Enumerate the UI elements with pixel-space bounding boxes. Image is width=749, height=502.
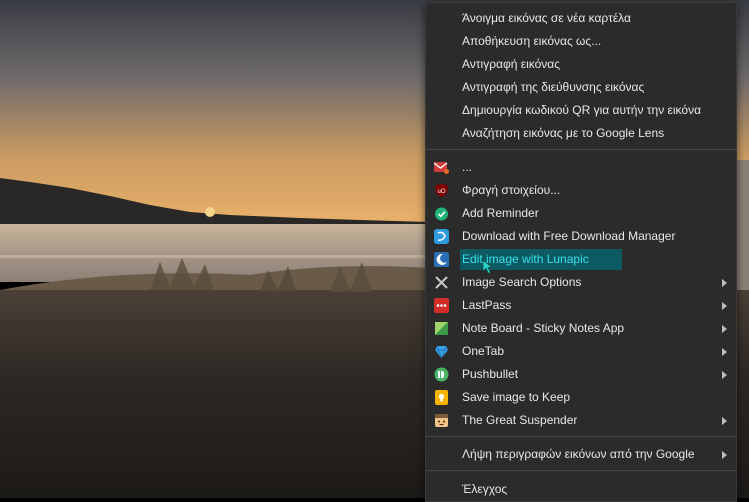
menu-item-save-image-keep[interactable]: Save image to Keep (426, 386, 736, 409)
menu-separator (426, 470, 736, 471)
submenu-arrow-icon (722, 325, 727, 333)
ublock-origin-icon: uO (435, 183, 448, 198)
menu-item-label: Pushbullet (462, 367, 519, 381)
menu-item-onetab[interactable]: OneTab (426, 340, 736, 363)
menu-item-label: Αναζήτηση εικόνας με το Google Lens (462, 126, 665, 140)
submenu-arrow-icon (722, 451, 727, 459)
menu-item-download-fdm[interactable]: Download with Free Download Manager (426, 225, 736, 248)
menu-item-label: Image Search Options (462, 275, 582, 289)
lunapic-icon (434, 252, 449, 267)
menu-item-label: The Great Suspender (462, 413, 578, 427)
menu-item-label: Αντιγραφή της διεύθυνσης εικόνας (462, 80, 645, 94)
menu-item-get-image-descriptions[interactable]: Λήψη περιγραφών εικόνων από την Google (426, 443, 736, 466)
submenu-arrow-icon (722, 279, 727, 287)
red-mail-icon (434, 162, 449, 174)
menu-item-block-element[interactable]: uO Φραγή στοιχείου... (426, 179, 736, 202)
add-reminder-icon (435, 207, 448, 221)
submenu-arrow-icon (722, 371, 727, 379)
menu-item-pushbullet[interactable]: Pushbullet (426, 363, 736, 386)
menu-item-label: Αποθήκευση εικόνας ως... (462, 34, 602, 48)
menu-item-edit-image-lunapic[interactable]: Edit image with Lunapic (426, 248, 736, 275)
lastpass-icon (434, 298, 449, 313)
context-menu: Άνοιγμα εικόνας σε νέα καρτέλα Αποθήκευσ… (425, 2, 737, 502)
menu-item-label: Download with Free Download Manager (462, 229, 676, 243)
menu-item-mail-ellipsis[interactable]: ... (426, 156, 736, 179)
menu-item-label: Save image to Keep (462, 390, 571, 404)
menu-item-label: LastPass (462, 298, 512, 312)
menu-item-search-google-lens[interactable]: Αναζήτηση εικόνας με το Google Lens (426, 122, 736, 145)
google-keep-icon (435, 390, 448, 405)
menu-item-create-qr-code[interactable]: Δημιουργία κωδικού QR για αυτήν την εικό… (426, 99, 736, 122)
menu-item-label: Λήψη περιγραφών εικόνων από την Google (462, 447, 695, 461)
pushbullet-icon (434, 367, 449, 382)
menu-item-label: Δημιουργία κωδικού QR για αυτήν την εικό… (462, 103, 702, 117)
menu-item-label: Edit image with Lunapic (462, 252, 589, 266)
submenu-arrow-icon (722, 302, 727, 310)
submenu-arrow-icon (722, 348, 727, 356)
menu-item-label: Add Reminder (462, 206, 539, 220)
menu-item-label: ... (462, 160, 473, 174)
menu-item-lastpass[interactable]: LastPass (426, 294, 736, 317)
menu-item-save-image-as[interactable]: Αποθήκευση εικόνας ως... (426, 30, 736, 53)
menu-separator (426, 436, 736, 437)
fdm-icon (434, 229, 449, 244)
menu-item-copy-image[interactable]: Αντιγραφή εικόνας (426, 53, 736, 76)
great-suspender-icon (435, 414, 448, 427)
menu-item-note-board[interactable]: Note Board - Sticky Notes App (426, 317, 736, 340)
menu-item-label: Φραγή στοιχείου... (462, 183, 561, 197)
menu-item-image-search-options[interactable]: Image Search Options (426, 271, 736, 294)
onetab-icon (435, 345, 448, 359)
submenu-arrow-icon (722, 417, 727, 425)
image-search-icon (435, 276, 448, 289)
menu-item-label: Άνοιγμα εικόνας σε νέα καρτέλα (462, 11, 631, 25)
menu-item-great-suspender[interactable]: The Great Suspender (426, 409, 736, 432)
menu-item-open-image-new-tab[interactable]: Άνοιγμα εικόνας σε νέα καρτέλα (426, 7, 736, 30)
note-board-icon (435, 322, 448, 335)
menu-item-add-reminder[interactable]: Add Reminder (426, 202, 736, 225)
menu-item-label: Note Board - Sticky Notes App (462, 321, 625, 335)
svg-text:uO: uO (437, 189, 445, 195)
menu-separator (426, 149, 736, 150)
menu-item-label: Αντιγραφή εικόνας (462, 57, 561, 71)
menu-item-label: OneTab (462, 344, 505, 358)
menu-item-copy-image-address[interactable]: Αντιγραφή της διεύθυνσης εικόνας (426, 76, 736, 99)
